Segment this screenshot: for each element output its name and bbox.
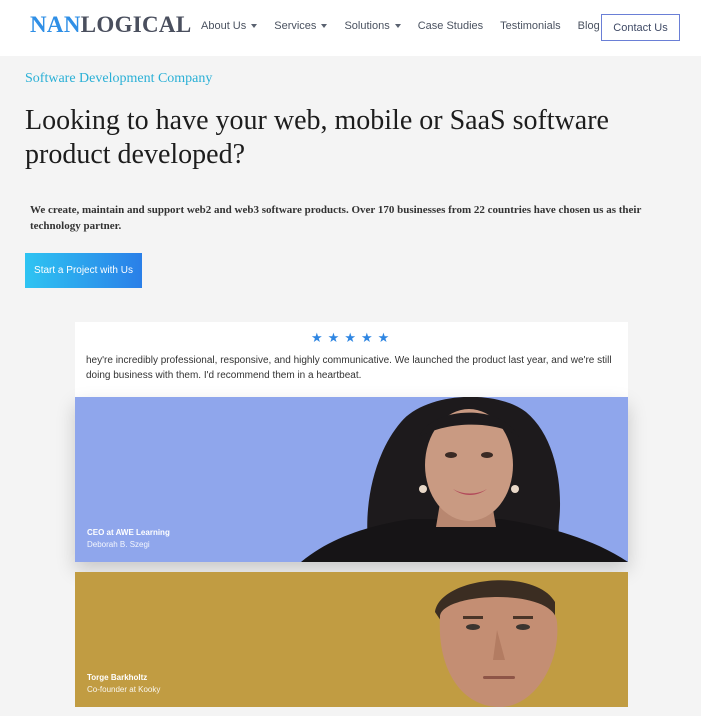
start-project-button[interactable]: Start a Project with Us [25, 253, 142, 288]
person-name: Deborah B. Szegi [87, 540, 150, 549]
nav-label: Testimonials [500, 20, 561, 32]
hero-eyebrow: Software Development Company [25, 71, 213, 86]
person-title: Co-founder at Kooky [87, 685, 161, 694]
nav-item-services[interactable]: Services [274, 20, 328, 32]
chevron-down-icon [394, 24, 401, 28]
nav-label: Services [274, 20, 317, 32]
hero-headline: Looking to have your web, mobile or SaaS… [25, 105, 609, 170]
nav-label: About Us [201, 20, 247, 32]
nav-item-case-studies[interactable]: Case Studies [418, 20, 483, 32]
star-icon: ★ [360, 330, 373, 345]
testimonial-quote: hey're incredibly professional, responsi… [86, 355, 612, 381]
brand-logo[interactable]: NANLOGICAL [30, 12, 191, 38]
hero-lead: We create, maintain and support web2 and… [30, 204, 642, 232]
chevron-down-icon [321, 24, 328, 28]
main-nav: About Us Services Solutions Case Studies… [201, 20, 617, 32]
logo-part-2: LOGICAL [80, 12, 192, 37]
star-icon: ★ [344, 330, 356, 345]
chevron-down-icon [251, 24, 258, 28]
star-icon: ★ [311, 330, 323, 345]
person-title: CEO at AWE Learning [87, 528, 170, 537]
portrait-image-woman [301, 397, 628, 562]
nav-label: Solutions [344, 20, 390, 32]
nav-item-testimonials[interactable]: Testimonials [500, 20, 561, 32]
portrait-image-man [435, 580, 558, 707]
nav-item-about-us[interactable]: About Us [201, 20, 258, 32]
site-header: NANLOGICAL About Us Services Solutions C… [0, 0, 701, 56]
testimonial-card: ★ ★ ★ ★ ★ hey're incredibly professional… [75, 322, 628, 397]
nav-label: Blog [577, 20, 600, 32]
contact-us-button[interactable]: Contact Us [601, 14, 680, 41]
person-card-2: Torge Barkholtz Co-founder at Kooky [75, 572, 628, 707]
star-rating: ★ ★ ★ ★ ★ [311, 331, 394, 344]
person-name: Torge Barkholtz [87, 673, 148, 682]
nav-item-solutions[interactable]: Solutions [344, 20, 401, 32]
person-card-1: CEO at AWE Learning Deborah B. Szegi [75, 397, 628, 562]
nav-label: Case Studies [417, 20, 484, 32]
star-icon: ★ [377, 330, 390, 345]
logo-part-1: NAN [30, 12, 81, 37]
nav-item-blog[interactable]: Blog [578, 20, 600, 32]
star-icon: ★ [327, 330, 340, 345]
